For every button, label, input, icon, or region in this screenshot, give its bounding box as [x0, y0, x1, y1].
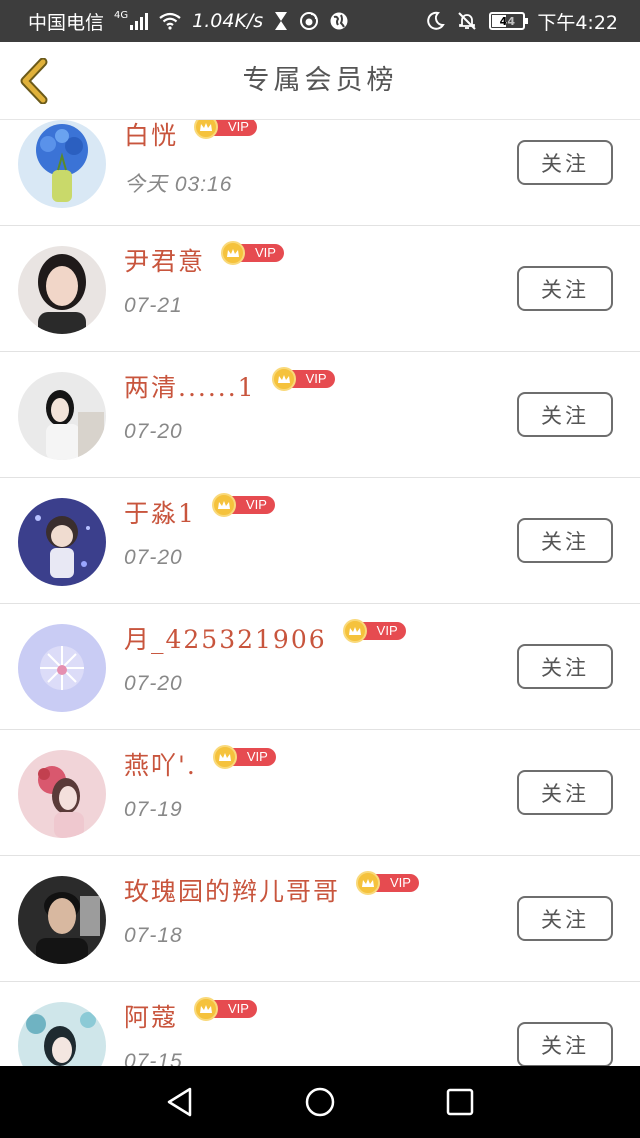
clock: 下午4:22: [537, 11, 618, 34]
globe-icon: [329, 10, 349, 32]
vip-badge: VIP: [342, 619, 406, 643]
crown-icon: [211, 493, 236, 517]
list-item[interactable]: 白恍 VIP 今天 03:16 关注: [0, 120, 640, 226]
bell-off-icon: [457, 10, 477, 32]
signal-icon: 4G: [114, 10, 149, 32]
follow-button[interactable]: 关注: [517, 1022, 613, 1066]
follow-button[interactable]: 关注: [517, 896, 613, 941]
vip-badge: VIP: [194, 997, 257, 1021]
system-nav-bar: [0, 1066, 640, 1138]
moon-icon: [425, 10, 446, 32]
crown-icon: [271, 367, 296, 391]
crown-icon: [212, 745, 237, 769]
list-item[interactable]: 两清......1 VIP 07-20 关注: [0, 352, 640, 478]
crown-icon: [221, 241, 246, 265]
join-date: 07-20: [124, 546, 183, 569]
page-title: 专属会员榜: [242, 65, 398, 96]
avatar[interactable]: [18, 876, 106, 964]
follow-button[interactable]: 关注: [517, 518, 613, 563]
vip-badge: VIP: [212, 745, 276, 769]
vip-badge: VIP: [194, 120, 257, 139]
join-date: 07-20: [124, 672, 183, 695]
square-recents-icon: [446, 1088, 474, 1116]
battery-icon: 44: [489, 12, 529, 30]
avatar[interactable]: [18, 246, 106, 334]
nav-home-button[interactable]: [295, 1077, 345, 1127]
network-speed: 1.04K/s: [192, 10, 264, 32]
crown-icon: [342, 619, 367, 643]
follow-button[interactable]: 关注: [517, 140, 613, 185]
list-item[interactable]: 月_425321906 VIP 07-20 关注: [0, 604, 640, 730]
vip-badge: VIP: [271, 367, 335, 391]
member-name[interactable]: 尹君意: [124, 242, 205, 278]
join-date: 07-15: [124, 1050, 183, 1066]
member-name[interactable]: 白恍: [124, 120, 178, 152]
member-name[interactable]: 玫瑰园的辫儿哥哥: [124, 872, 340, 908]
nav-back-button[interactable]: [155, 1077, 205, 1127]
vip-badge: VIP: [221, 241, 284, 265]
avatar[interactable]: [18, 498, 106, 586]
hourglass-icon: [273, 10, 289, 32]
list-item[interactable]: 燕吖'. VIP 07-19 关注: [0, 730, 640, 856]
list-item[interactable]: 尹君意 VIP 07-21 关注: [0, 226, 640, 352]
follow-button[interactable]: 关注: [517, 266, 613, 311]
join-date: 07-19: [124, 798, 183, 821]
list-item[interactable]: 玫瑰园的辫儿哥哥 VIP 07-18 关注: [0, 856, 640, 982]
follow-button[interactable]: 关注: [517, 770, 613, 815]
network-type: 4G: [114, 10, 129, 21]
vip-badge: VIP: [356, 871, 419, 895]
crown-icon: [356, 871, 381, 895]
member-name[interactable]: 于淼1: [124, 494, 196, 530]
list-item[interactable]: 阿蔻 VIP 07-15 关注: [0, 982, 640, 1066]
follow-button[interactable]: 关注: [517, 644, 613, 689]
nav-recents-button[interactable]: [435, 1077, 485, 1127]
avatar[interactable]: [18, 372, 106, 460]
avatar[interactable]: [18, 1002, 106, 1066]
join-date: 07-20: [124, 420, 183, 443]
join-date: 今天 03:16: [124, 173, 233, 196]
avatar[interactable]: [18, 120, 106, 208]
member-name[interactable]: 燕吖'.: [124, 746, 197, 782]
member-name[interactable]: 两清......1: [124, 368, 256, 404]
list-item[interactable]: 于淼1 VIP 07-20 关注: [0, 478, 640, 604]
weibo-icon: [299, 10, 319, 32]
join-date: 07-21: [124, 294, 183, 317]
crown-icon: [194, 997, 219, 1021]
circle-home-icon: [305, 1087, 335, 1117]
avatar[interactable]: [18, 624, 106, 712]
crown-icon: [194, 120, 219, 139]
vip-badge: VIP: [211, 493, 275, 517]
avatar[interactable]: [18, 750, 106, 838]
app-header: 专属会员榜: [0, 42, 640, 120]
join-date: 07-18: [124, 924, 183, 947]
triangle-back-icon: [167, 1087, 192, 1117]
member-name[interactable]: 阿蔻: [124, 998, 178, 1034]
carrier-label: 中国电信: [28, 11, 105, 34]
follow-button[interactable]: 关注: [517, 392, 613, 437]
status-bar: 中国电信 4G 1.04K/s 44 下午4:22: [0, 0, 640, 42]
member-name[interactable]: 月_425321906: [124, 620, 327, 656]
battery-level: 44: [499, 14, 515, 28]
wifi-icon: [158, 10, 182, 32]
member-list[interactable]: 白恍 VIP 今天 03:16 关注 尹君意 VIP 07-21 关注 两清..…: [0, 120, 640, 1066]
